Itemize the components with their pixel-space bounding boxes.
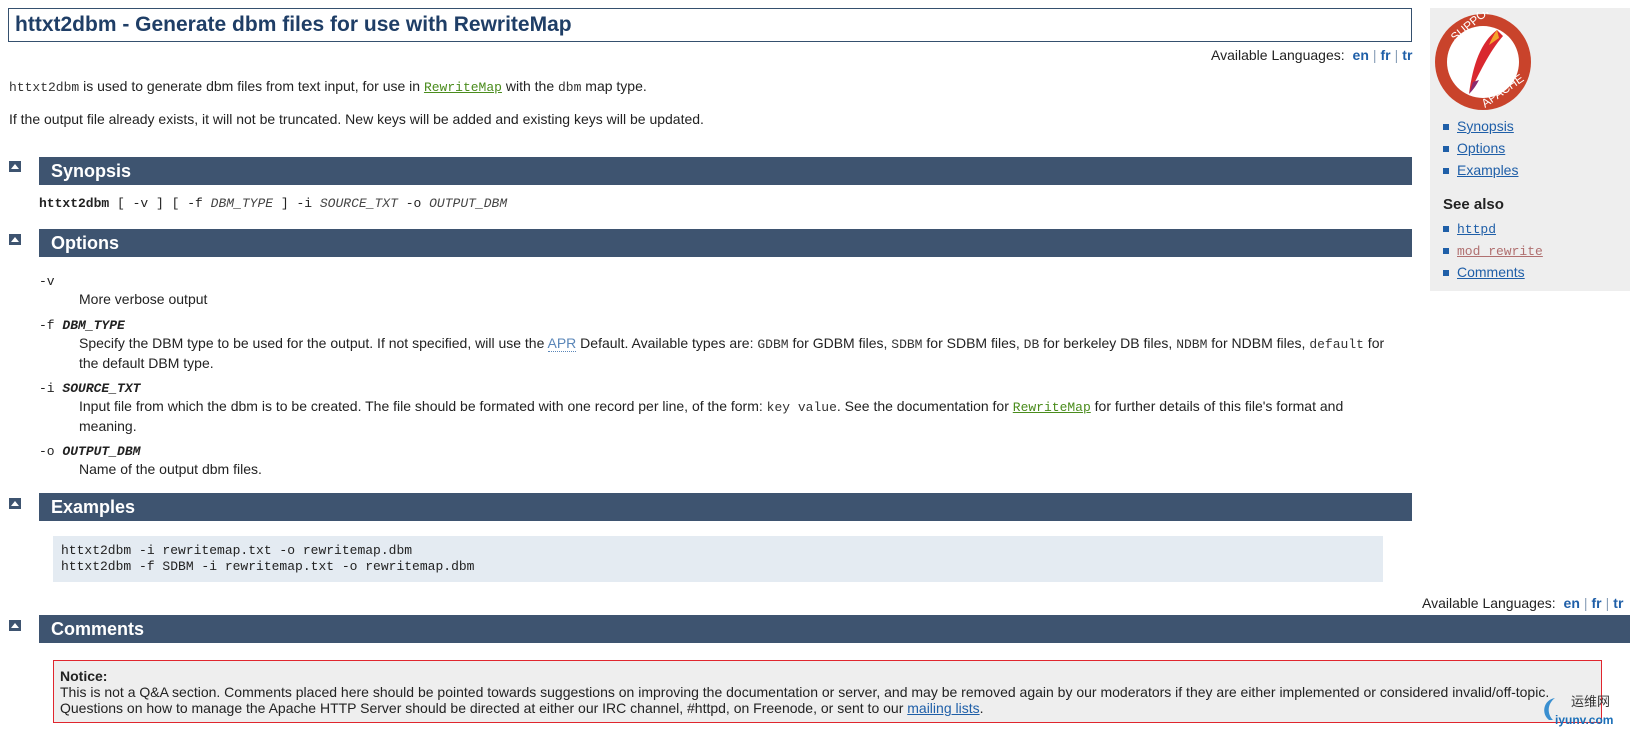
sidebar-item-httpd: httpd <box>1443 220 1543 242</box>
available-languages-bottom: Available Languages: en | fr | tr <box>1422 595 1624 611</box>
option-flag-i: -i SOURCE_TXT <box>39 381 141 396</box>
apr-abbr: APR <box>547 335 577 352</box>
lang-link-fr[interactable]: fr <box>1592 595 1602 611</box>
languages-label: Available Languages: <box>1211 47 1345 63</box>
back-to-top-icon[interactable] <box>9 620 21 631</box>
lang-link-tr[interactable]: tr <box>1402 47 1412 63</box>
notice-text-2: Questions on how to manage the Apache HT… <box>60 700 984 716</box>
notice-heading: Notice: <box>60 668 108 684</box>
command-name: httxt2dbm <box>9 80 80 95</box>
sidebar-item-comments: Comments <box>1443 264 1543 286</box>
option-desc-o: Name of the output dbm files. <box>79 461 262 477</box>
section-heading-synopsis: Synopsis <box>39 157 1412 185</box>
intro-paragraph-2: If the output file already exists, it wi… <box>9 111 704 127</box>
available-languages-top: Available Languages: en | fr | tr <box>1211 47 1413 63</box>
sidebar-link-examples[interactable]: Examples <box>1457 162 1518 178</box>
sidebar-link-options[interactable]: Options <box>1457 140 1505 156</box>
back-to-top-icon[interactable] <box>9 234 21 245</box>
sidebar-item-synopsis: Synopsis <box>1443 118 1518 140</box>
sidebar: SUPPORT APACHE Synopsis Options Examples… <box>1430 8 1630 291</box>
sidebar-see-also: httpd mod_rewrite Comments <box>1443 220 1543 286</box>
lang-link-tr[interactable]: tr <box>1613 595 1623 611</box>
watermark-logo-icon: 运维网 iyunv.com <box>1544 695 1613 727</box>
see-also-heading: See also <box>1443 196 1504 213</box>
lang-link-en[interactable]: en <box>1564 595 1580 611</box>
rewritemap-link[interactable]: RewriteMap <box>424 80 502 95</box>
option-flag-f: -f DBM_TYPE <box>39 318 125 333</box>
example-code-block: httxt2dbm -i rewritemap.txt -o rewritema… <box>53 536 1383 582</box>
sidebar-link-synopsis[interactable]: Synopsis <box>1457 118 1514 134</box>
languages-label: Available Languages: <box>1422 595 1556 611</box>
comments-notice: Notice: This is not a Q&A section. Comme… <box>53 660 1602 723</box>
watermark-text-domain: iyunv.com <box>1555 713 1613 727</box>
back-to-top-icon[interactable] <box>9 161 21 172</box>
example-line: httxt2dbm -f SDBM -i rewritemap.txt -o r… <box>61 559 475 574</box>
rewritemap-link[interactable]: RewriteMap <box>1013 400 1091 415</box>
sidebar-item-mod-rewrite: mod_rewrite <box>1443 242 1543 264</box>
page-title-box: httxt2dbm - Generate dbm files for use w… <box>8 8 1412 42</box>
sidebar-item-examples: Examples <box>1443 162 1518 184</box>
option-flag-v: -v <box>39 274 55 289</box>
intro-paragraph: httxt2dbm is used to generate dbm files … <box>9 78 647 95</box>
support-apache-logo-icon: SUPPORT APACHE <box>1435 12 1531 110</box>
example-line: httxt2dbm -i rewritemap.txt -o rewritema… <box>61 543 413 558</box>
sidebar-link-mod-rewrite[interactable]: mod_rewrite <box>1457 244 1543 259</box>
mailing-lists-link[interactable]: mailing lists <box>907 700 979 716</box>
sidebar-toc: Synopsis Options Examples <box>1443 118 1518 184</box>
option-flag-o: -o OUTPUT_DBM <box>39 444 141 459</box>
sidebar-item-options: Options <box>1443 140 1518 162</box>
lang-link-en[interactable]: en <box>1353 47 1369 63</box>
option-desc-i: Input file from which the dbm is to be c… <box>79 398 1344 434</box>
synopsis-command: httxt2dbm [ -v ] [ -f DBM_TYPE ] -i SOUR… <box>39 196 508 211</box>
lang-link-fr[interactable]: fr <box>1381 47 1391 63</box>
section-heading-examples: Examples <box>39 493 1412 521</box>
option-desc-v: More verbose output <box>79 291 208 307</box>
option-desc-f: Specify the DBM type to be used for the … <box>79 335 1385 371</box>
page-title: httxt2dbm - Generate dbm files for use w… <box>15 13 572 36</box>
dbm-code: dbm <box>558 80 582 95</box>
watermark-text-cn: 运维网 <box>1571 695 1610 710</box>
back-to-top-icon[interactable] <box>9 498 21 509</box>
section-heading-comments: Comments <box>39 615 1630 643</box>
sidebar-link-comments[interactable]: Comments <box>1457 264 1525 280</box>
sidebar-link-httpd[interactable]: httpd <box>1457 222 1496 237</box>
section-heading-options: Options <box>39 229 1412 257</box>
notice-text: This is not a Q&A section. Comments plac… <box>60 684 1550 700</box>
